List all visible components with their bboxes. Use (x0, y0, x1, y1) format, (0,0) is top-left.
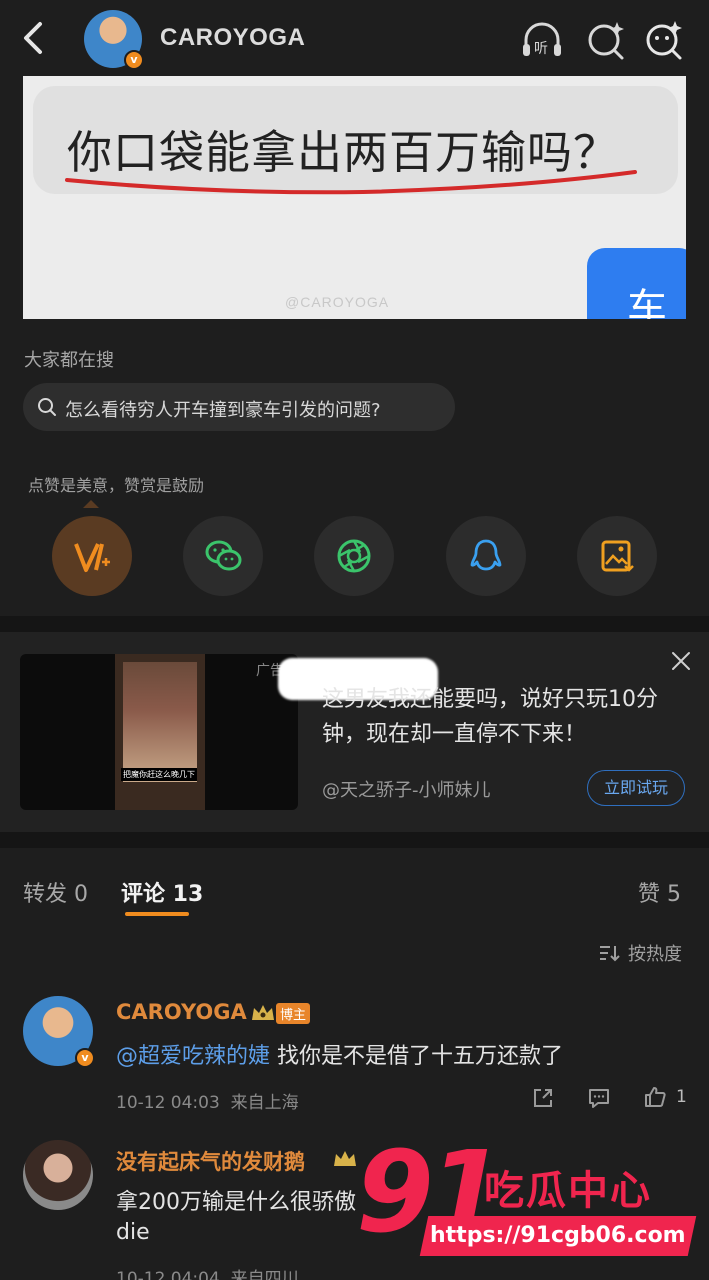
qq-share-button[interactable] (446, 516, 526, 596)
verified-badge: v (75, 1048, 95, 1068)
comment-time: 10-12 04:03 (116, 1093, 220, 1113)
save-image-icon (601, 540, 634, 572)
tab-comments[interactable]: 评论 13 (121, 876, 203, 908)
author-avatar[interactable]: v (84, 10, 144, 70)
comment-meta: 10-12 04:04 来自四川 (116, 1264, 299, 1280)
section-separator (0, 616, 709, 632)
author-name[interactable]: CAROYOGA (160, 24, 305, 52)
reply-bubble-text: 车上 (627, 286, 667, 319)
search-spark-icon[interactable] (584, 18, 628, 62)
ad-text[interactable]: 这男友我还能要吗，说好只玩10分钟，现在却一直停不下来！ (322, 682, 692, 752)
watermark-url-text: https://91cgb06.com (430, 1223, 686, 1248)
author-badge: 博主 (276, 1003, 311, 1024)
moments-icon (337, 539, 371, 573)
reply-icon[interactable] (587, 1086, 611, 1110)
reward-icon (74, 543, 110, 572)
qq-icon (470, 539, 502, 571)
trending-query: 怎么看待穷人开车撞到豪车引发的问题? (65, 400, 381, 421)
comment-meta: 10-12 04:03 来自上海 (116, 1088, 299, 1113)
comment-location: 来自四川 (230, 1269, 299, 1280)
reward-pointer (83, 500, 99, 508)
close-icon[interactable] (670, 650, 692, 672)
comment-text-line2: die (116, 1220, 150, 1245)
tab-likes[interactable]: 赞 5 (638, 876, 681, 908)
commenter-avatar[interactable] (23, 1140, 93, 1210)
ad-thumb-caption: 把魔你赶这么晚几下 (121, 768, 197, 781)
sort-icon (600, 946, 620, 962)
trending-label: 大家都在搜 (24, 350, 114, 371)
watermark-url: https://91cgb06.com (419, 1216, 697, 1256)
tab-active-indicator (125, 912, 189, 916)
ad-card[interactable]: 把魔你赶这么晚几下 广告 这男友我还能要吗，说好只玩10分钟，现在却一直停不下来… (0, 632, 709, 832)
trending-search-chip[interactable]: 怎么看待穷人开车撞到豪车引发的问题? (23, 383, 455, 431)
moments-share-button[interactable] (314, 516, 394, 596)
like-count: 1 (676, 1087, 687, 1107)
interaction-tabs: 转发 0 评论 13 赞 5 (0, 848, 709, 918)
reward-button[interactable] (52, 516, 132, 596)
tab-reposts[interactable]: 转发 0 (23, 876, 88, 908)
comment-text-line1: 拿200万输是什么很骄傲 (116, 1190, 356, 1215)
back-icon[interactable] (14, 18, 54, 58)
ad-author[interactable]: @天之骄子-小师妹儿 (322, 776, 491, 802)
listen-icon[interactable]: 听 (520, 18, 564, 62)
commenter-name[interactable]: 没有起床气的发财鹅 (116, 1146, 305, 1176)
verified-badge: v (124, 50, 144, 70)
save-image-button[interactable] (577, 516, 657, 596)
image-watermark: @CAROYOGA (285, 294, 390, 310)
svg-text:听: 听 (534, 41, 548, 57)
sort-label: 按热度 (628, 944, 682, 965)
ad-phone-preview: 把魔你赶这么晚几下 (115, 654, 205, 810)
like-icon[interactable] (643, 1085, 667, 1109)
watermark-brand: 吃瓜中心 (484, 1168, 652, 1214)
wechat-share-button[interactable] (183, 516, 263, 596)
comment-body: 找你是不是借了十五万还款了 (270, 1044, 564, 1069)
post-image[interactable]: 你口袋能拿出两百万输吗？ 车上 @CAROYOGA (23, 76, 686, 319)
ad-try-button[interactable]: 立即试玩 (587, 770, 685, 806)
search-icon (38, 398, 56, 416)
commenter-avatar[interactable]: v (23, 996, 95, 1068)
commenter-name[interactable]: CAROYOGA (116, 1000, 247, 1024)
share-icon[interactable] (531, 1086, 555, 1110)
ad-phone-screen (123, 662, 197, 782)
crown-icon (334, 1151, 356, 1166)
site-watermark: 91 吃瓜中心 https://91cgb06.com (356, 1128, 697, 1268)
comment-location: 来自上海 (230, 1093, 299, 1113)
comment-text: @超爱吃辣的婕 找你是不是借了十五万还款了 (116, 1038, 563, 1070)
section-separator (0, 832, 709, 848)
reward-label: 点赞是美意，赞赏是鼓励 (28, 476, 205, 495)
wechat-icon (205, 540, 242, 571)
red-underline (65, 170, 637, 195)
comment-time: 10-12 04:04 (116, 1269, 220, 1280)
crown-icon (252, 1005, 274, 1020)
mention-link[interactable]: @超爱吃辣的婕 (116, 1044, 270, 1069)
ai-search-icon[interactable] (642, 18, 686, 62)
top-bar: v CAROYOGA 听 (0, 0, 709, 78)
